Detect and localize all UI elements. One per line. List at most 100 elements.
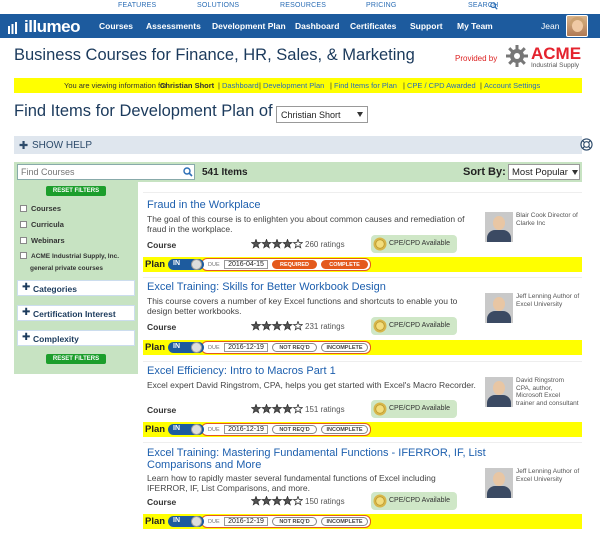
ratings-count[interactable]: 151 ratings (305, 405, 345, 414)
plan-in-toggle[interactable]: IN (168, 259, 204, 270)
instructor-photo[interactable] (485, 212, 513, 242)
plan-in-toggle[interactable]: IN (168, 424, 204, 435)
star-icon (261, 239, 272, 249)
reset-filters-button-bottom[interactable]: RESET FILTERS (46, 354, 106, 364)
ratings-count[interactable]: 150 ratings (305, 497, 345, 506)
toggle-knob (191, 259, 202, 270)
plan-details: DUE 2016-12-19 NOT REQ'D INCOMPLETE (201, 515, 371, 528)
required-status-toggle[interactable]: REQUIRED (272, 260, 317, 269)
required-status-toggle[interactable]: NOT REQ'D (272, 343, 317, 352)
rating-stars-icon (251, 496, 303, 506)
star-icon (271, 321, 283, 331)
due-date-field[interactable]: 2016-12-19 (224, 343, 268, 352)
chevron-down-icon (572, 170, 578, 175)
due-date-field[interactable]: 2016-12-19 (224, 425, 268, 434)
top-link-pricing[interactable]: PRICING (366, 2, 397, 9)
filter-webinars[interactable]: Webinars (20, 236, 65, 245)
info-link-dashboard[interactable]: Dashboard (222, 81, 259, 90)
reset-filters-button[interactable]: RESET FILTERS (46, 186, 106, 196)
cpe-seal-icon (373, 402, 387, 416)
sort-select[interactable]: Most Popular (508, 164, 580, 180)
acme-logo-name: ACME (531, 44, 582, 63)
checkbox[interactable] (20, 237, 27, 244)
star-icon (292, 496, 303, 506)
facet-certification-interest[interactable]: ✚ Certification Interest (17, 305, 135, 321)
course-description: The goal of this course is to enlighten … (147, 214, 465, 234)
filter-courses[interactable]: Courses (20, 204, 61, 213)
ratings-count[interactable]: 231 ratings (305, 322, 345, 331)
plan-bar: Plan DUE 2016-12-19 NOT REQ'D INCOMPLETE… (143, 340, 582, 355)
top-link-resources[interactable]: RESOURCES (280, 2, 326, 9)
info-link-cpe-awarded[interactable]: CPE / CPD Awarded (407, 81, 476, 90)
plan-details: DUE 2016-12-19 NOT REQ'D INCOMPLETE (201, 423, 371, 436)
required-status-toggle[interactable]: NOT REQ'D (272, 517, 317, 526)
plus-icon: ✚ (22, 282, 31, 293)
nav-my-team[interactable]: My Team (457, 21, 493, 31)
search-icon[interactable] (183, 167, 193, 177)
nav-courses[interactable]: Courses (99, 21, 133, 31)
course-title-link[interactable]: Excel Efficiency: Intro to Macros Part 1 (147, 365, 527, 377)
completion-status-toggle[interactable]: INCOMPLETE (321, 517, 368, 526)
plan-bar: Plan DUE 2016-04-15 REQUIRED COMPLETE IN (143, 257, 582, 272)
course-title-link[interactable]: Excel Training: Skills for Better Workbo… (147, 281, 527, 293)
course-type-label: Course (147, 405, 177, 415)
plan-label: Plan (145, 342, 166, 353)
top-link-features[interactable]: FEATURES (118, 2, 156, 9)
star-icon (261, 321, 272, 331)
instructor-photo[interactable] (485, 293, 513, 323)
viewing-prefix: You are viewing information for (64, 81, 167, 90)
search-icon[interactable] (490, 2, 498, 10)
nav-certificates[interactable]: Certificates (350, 21, 396, 31)
course-card: Excel Efficiency: Intro to Macros Part 1… (143, 361, 582, 437)
cpe-label: CPE/CPD Available (389, 405, 450, 412)
user-name[interactable]: Jean (541, 21, 559, 31)
show-help-bar[interactable]: ✚ SHOW HELP (14, 136, 593, 154)
checkbox[interactable] (20, 205, 27, 212)
search-input[interactable] (18, 165, 178, 179)
course-title-link[interactable]: Fraud in the Workplace (147, 199, 527, 211)
due-date-field[interactable]: 2016-04-15 (224, 260, 268, 269)
filter-sidebar: RESET FILTERS Courses Curricula Webinars… (14, 182, 138, 374)
facet-complexity[interactable]: ✚ Complexity (17, 330, 135, 346)
ratings-count[interactable]: 260 ratings (305, 240, 345, 249)
plan-in-toggle[interactable]: IN (168, 516, 204, 527)
checkbox[interactable] (20, 221, 27, 228)
plan-bar: Plan DUE 2016-12-19 NOT REQ'D INCOMPLETE… (143, 514, 582, 529)
due-date-field[interactable]: 2016-12-19 (224, 517, 268, 526)
nav-support[interactable]: Support (410, 21, 443, 31)
star-icon (282, 404, 293, 414)
top-link-solutions[interactable]: SOLUTIONS (197, 2, 239, 9)
plan-in-toggle[interactable]: IN (168, 342, 204, 353)
nav-development-plan[interactable]: Development Plan (212, 21, 286, 31)
info-link-development-plan[interactable]: Development Plan (263, 81, 324, 90)
course-title-link[interactable]: Excel Training: Mastering Fundamental Fu… (147, 447, 527, 471)
filter-acme-private[interactable]: ACME Industrial Supply, Inc. (20, 252, 119, 260)
nav-assessments[interactable]: Assessments (146, 21, 201, 31)
plan-in-label: IN (173, 343, 180, 350)
instructor-info: Jeff Lenning Author of Excel University (516, 293, 580, 308)
viewing-info-bar: You are viewing information for Christia… (14, 78, 582, 93)
instructor-photo[interactable] (485, 377, 513, 407)
filter-acme-private-sub: general private courses (30, 265, 103, 272)
completion-status-toggle[interactable]: INCOMPLETE (321, 425, 368, 434)
chevron-down-icon (357, 112, 363, 117)
toggle-knob (191, 342, 202, 353)
info-link-account-settings[interactable]: Account Settings (484, 81, 540, 90)
instructor-photo[interactable] (485, 468, 513, 498)
facet-categories[interactable]: ✚ Categories (17, 280, 135, 296)
viewing-person: Christian Short (160, 81, 215, 90)
checkbox[interactable] (20, 252, 27, 259)
lifebuoy-icon[interactable] (580, 138, 593, 151)
find-courses-field[interactable] (17, 164, 195, 180)
due-label: DUE (208, 345, 220, 351)
completion-status-toggle[interactable]: COMPLETE (321, 260, 368, 269)
info-link-find-items[interactable]: Find Items for Plan (334, 81, 397, 90)
filter-curricula[interactable]: Curricula (20, 220, 64, 229)
course-type-label: Course (147, 240, 177, 250)
user-avatar[interactable] (566, 15, 588, 37)
nav-dashboard[interactable]: Dashboard (295, 21, 339, 31)
find-items-title: Find Items for Development Plan of (14, 102, 273, 120)
completion-status-toggle[interactable]: INCOMPLETE (321, 343, 368, 352)
person-select[interactable]: Christian Short (276, 106, 368, 123)
required-status-toggle[interactable]: NOT REQ'D (272, 425, 317, 434)
